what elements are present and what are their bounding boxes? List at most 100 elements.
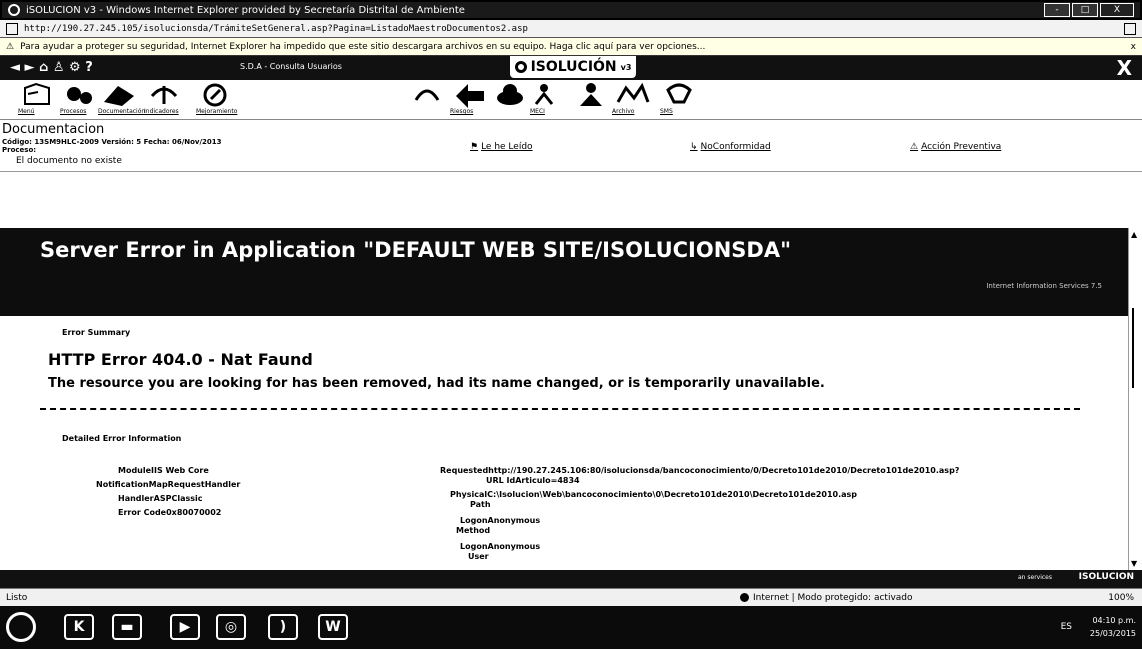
preventive-action-link[interactable]: ⚠ Acción Preventiva bbox=[910, 142, 1001, 152]
detailed-error-label: Detailed Error Information bbox=[62, 434, 182, 443]
brand-version: v3 bbox=[620, 62, 632, 72]
read-link-label[interactable]: Le he Leído bbox=[481, 142, 532, 152]
app-close-button[interactable]: X bbox=[1117, 56, 1132, 80]
detail-value: http://190.27.245.106:80/isolucionsda/ba… bbox=[488, 466, 960, 475]
person-icon bbox=[580, 83, 602, 106]
scroll-thumb[interactable] bbox=[1132, 308, 1138, 388]
riesgos-tool[interactable] bbox=[408, 80, 448, 120]
detail-row: Error Code0x80070002 bbox=[118, 508, 221, 517]
compatibility-icon[interactable] bbox=[1124, 22, 1136, 35]
detail-row: LogonAnonymous bbox=[460, 516, 540, 525]
menu-tool[interactable]: Menú bbox=[18, 80, 58, 120]
http-error-heading: HTTP Error 404.0 - Nat Faund bbox=[48, 350, 313, 369]
close-window-button[interactable]: X bbox=[1100, 3, 1134, 17]
detail-row: Requestedhttp://190.27.245.106:80/isoluc… bbox=[440, 466, 959, 475]
detail-value: URL IdArticulo=4834 bbox=[486, 476, 580, 485]
isolucion-logo-icon bbox=[514, 61, 527, 73]
system-tray-language[interactable]: ES bbox=[1061, 622, 1072, 632]
clock-date: 25/03/2015 bbox=[1089, 629, 1136, 638]
read-link[interactable]: ⚑ Le he Leído bbox=[470, 142, 533, 152]
error-banner: Server Error in Application "DEFAULT WEB… bbox=[0, 228, 1128, 316]
media-player-icon[interactable]: ▶ bbox=[170, 614, 200, 640]
infobar-close-button[interactable]: x bbox=[1131, 42, 1136, 52]
address-bar: http://190.27.245.105/isolucionsda/Trámi… bbox=[0, 20, 1142, 38]
detail-key: Notification bbox=[96, 480, 149, 489]
mejoramiento-tool[interactable]: Mejoramiento bbox=[196, 80, 237, 120]
mejoramiento-label: Mejoramiento bbox=[196, 108, 238, 115]
maximize-button[interactable]: □ bbox=[1072, 3, 1098, 17]
explorer-icon[interactable]: ▬ bbox=[112, 614, 142, 640]
detail-value: 0x80070002 bbox=[166, 508, 222, 517]
start-button[interactable] bbox=[6, 612, 36, 642]
system-clock[interactable]: 04:10 p.m. 25/03/2015 bbox=[1090, 614, 1136, 640]
paint-icon[interactable]: ) bbox=[268, 614, 298, 640]
detail-value: User bbox=[468, 552, 489, 561]
detail-key: Handler bbox=[118, 494, 154, 503]
documents-icon bbox=[104, 86, 134, 106]
detail-row: NotificationMapRequestHandler bbox=[96, 480, 240, 489]
scroll-up-arrow-icon[interactable]: ▲ bbox=[1131, 230, 1137, 239]
detail-row: HandlerASPClassic bbox=[118, 494, 202, 503]
indicadores-tool[interactable]: Indicadores bbox=[144, 80, 184, 120]
processes-icon bbox=[67, 87, 92, 104]
internet-explorer-icon bbox=[8, 4, 20, 16]
window-controls: - □ X bbox=[1044, 3, 1134, 17]
preventive-action-label[interactable]: Acción Preventiva bbox=[921, 142, 1001, 152]
security-zone[interactable]: Internet | Modo protegido: activado bbox=[740, 593, 913, 603]
detail-row: User bbox=[468, 552, 489, 561]
document-meta: Código: 13SM9HLC-2009 Versión: 5 Fecha: … bbox=[2, 138, 222, 146]
url-field[interactable]: http://190.27.245.105/isolucionsda/Trámi… bbox=[24, 24, 1118, 34]
security-infobar[interactable]: ⚠ Para ayudar a proteger su seguridad, I… bbox=[0, 38, 1142, 56]
chrome-icon[interactable]: ◎ bbox=[216, 614, 246, 640]
app-footer: an services ISOLUCION bbox=[0, 570, 1142, 588]
detail-row: Method bbox=[456, 526, 490, 535]
detail-value: ASPClassic bbox=[153, 494, 203, 503]
vertical-scrollbar[interactable]: ▲ ▼ bbox=[1128, 228, 1142, 570]
footer-text: an services bbox=[1017, 574, 1052, 581]
infobar-message[interactable]: Para ayudar a proteger su seguridad, Int… bbox=[20, 42, 1125, 52]
footer-logo: ISOLUCION bbox=[1078, 572, 1134, 582]
page-icon bbox=[6, 22, 18, 35]
nonconformity-link-label[interactable]: NoConformidad bbox=[701, 142, 771, 152]
archivo-tool[interactable]: Archivo bbox=[612, 80, 652, 120]
cloud-tool[interactable] bbox=[490, 80, 530, 120]
windows-taskbar: K ▬ ▶ ◎ ) W ES 04:10 p.m. 25/03/2015 bbox=[0, 606, 1142, 649]
arrow-icon bbox=[456, 84, 484, 108]
divider bbox=[40, 408, 1080, 410]
person-tool[interactable] bbox=[572, 80, 612, 120]
sms-icon bbox=[666, 83, 692, 104]
detail-key: Module bbox=[118, 466, 152, 475]
error-banner-subtitle: Internet Information Services 7.5 bbox=[986, 282, 1102, 290]
documentacion-tool[interactable]: Documentación bbox=[98, 80, 145, 120]
taskbar-app-icon[interactable]: K bbox=[64, 614, 94, 640]
window-title-app: iSOLUCIÓN v3 bbox=[26, 4, 100, 16]
word-icon[interactable]: W bbox=[318, 614, 348, 640]
document-header: Documentacion Código: 13SM9HLC-2009 Vers… bbox=[0, 120, 1142, 172]
flag-icon: ⚑ bbox=[470, 142, 479, 152]
error-banner-title: Server Error in Application "DEFAULT WEB… bbox=[40, 238, 792, 262]
risks-icon bbox=[414, 89, 440, 101]
window-title-browser: Windows Internet Explorer provided by Se… bbox=[106, 4, 465, 16]
cloud-icon bbox=[497, 84, 523, 105]
zoom-level[interactable]: 100% bbox=[1108, 593, 1134, 603]
procesos-tool[interactable]: Procesos bbox=[60, 80, 100, 120]
warning-icon: ⚠ bbox=[6, 41, 15, 52]
scroll-down-arrow-icon[interactable]: ▼ bbox=[1131, 559, 1137, 568]
sms-label: SMS bbox=[660, 108, 673, 115]
nonconformity-icon: ↳ bbox=[690, 142, 698, 152]
sms-tool[interactable]: SMS bbox=[660, 80, 700, 120]
error-summary-label: Error Summary bbox=[62, 328, 131, 337]
detail-value: IIS Web Core bbox=[151, 466, 209, 475]
app-nav-buttons[interactable]: ◄ ► ⌂ ♙ ⚙ ? bbox=[10, 60, 93, 75]
detail-value: Anonymous bbox=[487, 542, 541, 551]
detail-key: Requested bbox=[440, 466, 489, 475]
meci-tool[interactable]: MECI bbox=[530, 80, 570, 120]
error-content: Error Summary HTTP Error 404.0 - Nat Fau… bbox=[0, 316, 1128, 572]
archive-icon bbox=[616, 82, 650, 103]
error-resource-message: The resource you are looking for has bee… bbox=[48, 376, 825, 391]
minimize-button[interactable]: - bbox=[1044, 3, 1070, 17]
detail-row: PhysicalC:\Isolucion\Web\bancoconocimien… bbox=[450, 490, 857, 499]
nonconformity-link[interactable]: ↳ NoConformidad bbox=[690, 142, 771, 152]
meci-arrow-tool[interactable]: Riesgos bbox=[450, 80, 490, 120]
module-toolbar: Menú Procesos Documentación Indicadores … bbox=[0, 80, 1142, 120]
